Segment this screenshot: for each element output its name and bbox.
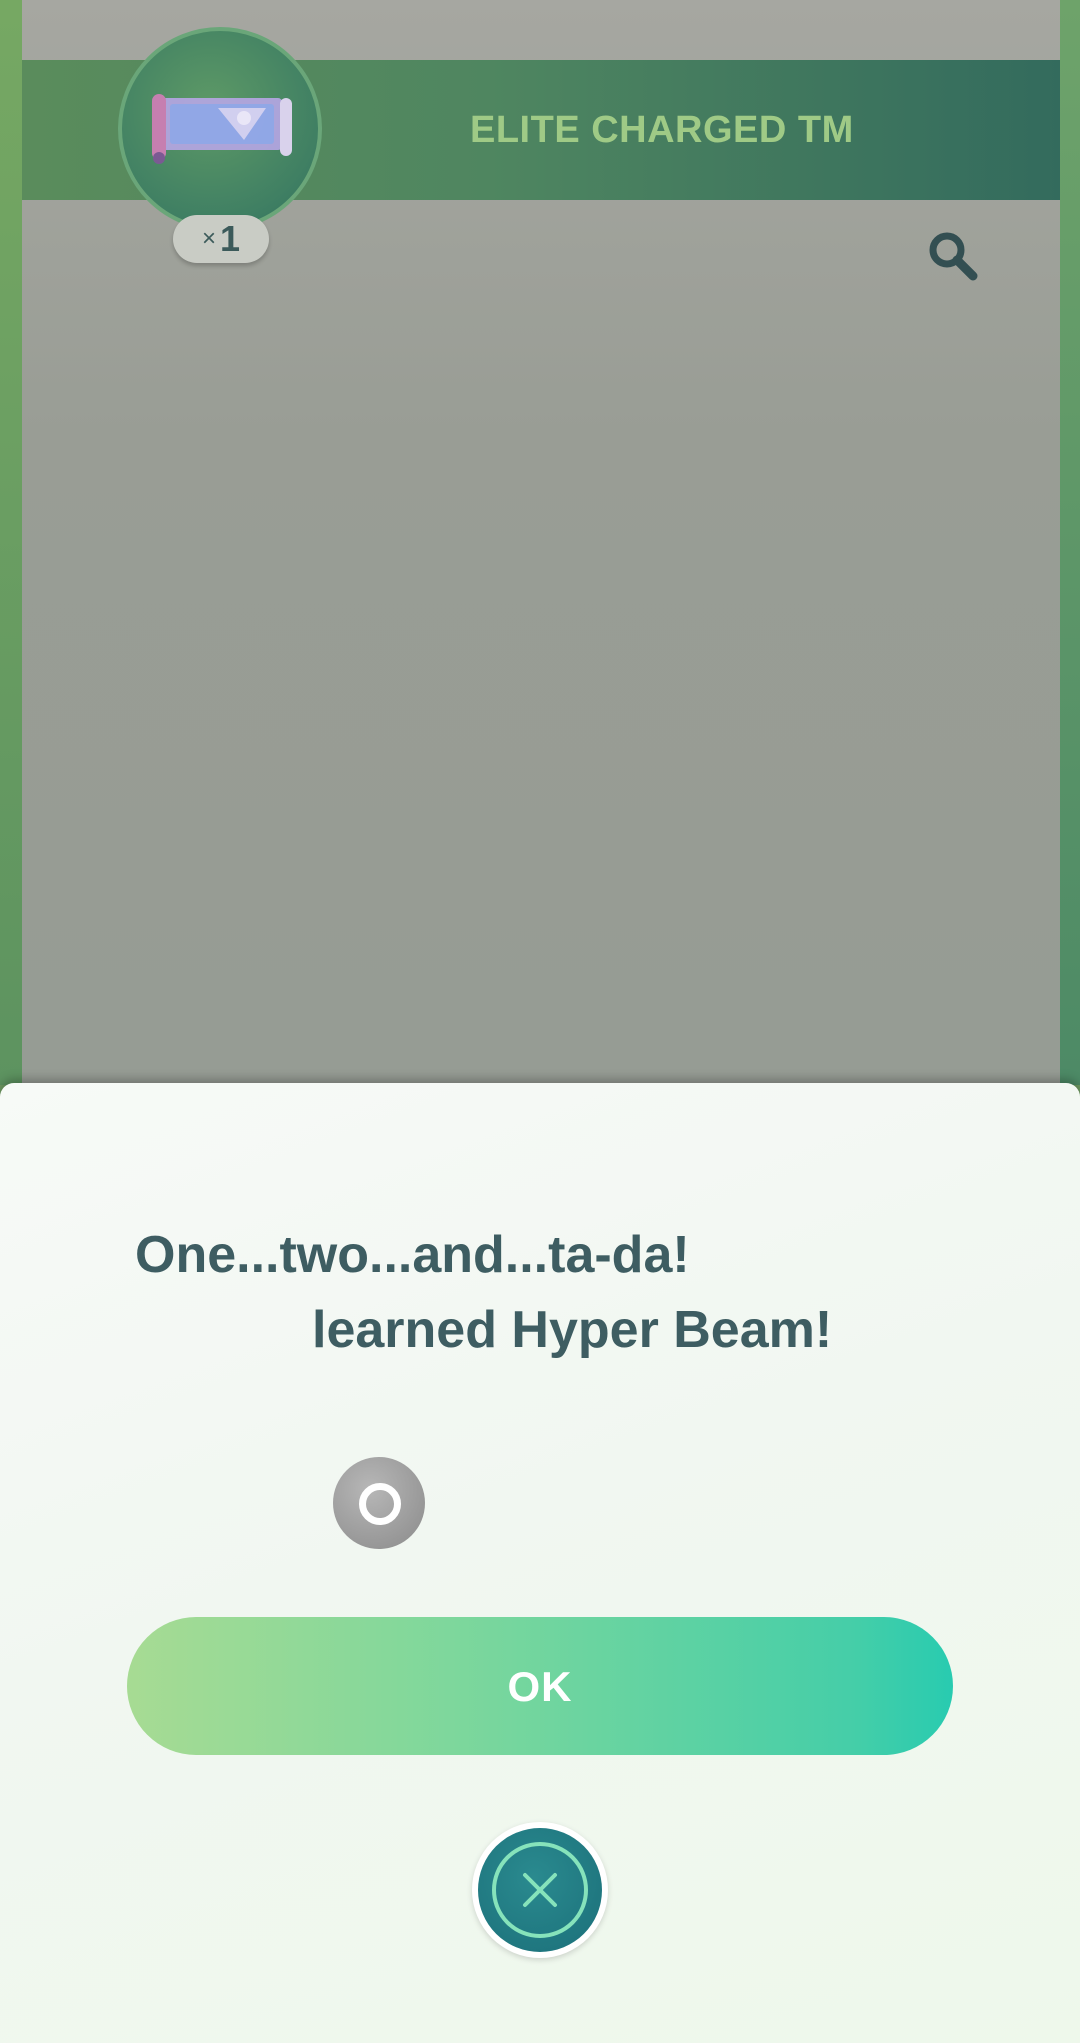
close-icon <box>523 1873 557 1907</box>
left-frame-border <box>0 0 22 1085</box>
dialog-message-line1: One...two...and...ta-da! <box>135 1226 690 1284</box>
right-frame-border <box>1060 0 1080 1085</box>
normal-type-icon <box>333 1457 425 1549</box>
ok-button[interactable]: OK <box>127 1617 953 1755</box>
elite-charged-tm-scroll-icon <box>152 94 292 164</box>
count-value: 1 <box>219 218 241 259</box>
dialog-message-line2: learned Hyper Beam! <box>312 1301 833 1359</box>
close-button-face <box>478 1828 602 1952</box>
item-count-badge: × 1 <box>173 215 269 263</box>
banner-title: ELITE CHARGED TM <box>470 109 854 151</box>
search-icon[interactable] <box>925 228 981 284</box>
count-prefix: × <box>201 225 216 252</box>
close-button[interactable] <box>472 1822 608 1958</box>
